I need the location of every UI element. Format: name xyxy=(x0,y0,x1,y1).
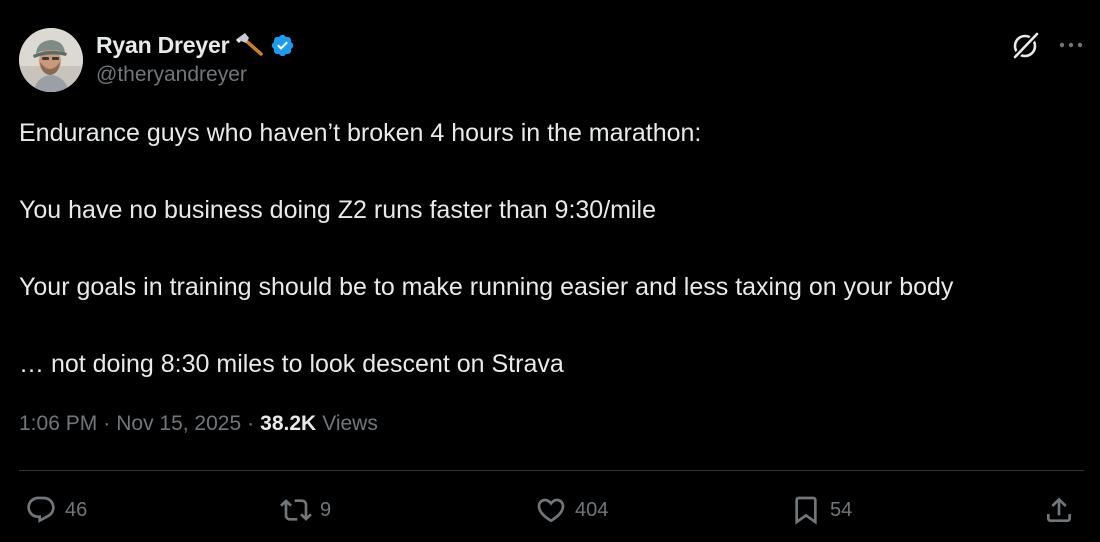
bookmark-icon xyxy=(790,494,822,526)
reply-button[interactable]: 46 xyxy=(25,490,87,530)
grok-icon[interactable] xyxy=(1010,29,1042,61)
repost-icon xyxy=(280,494,312,526)
meta-separator: · xyxy=(247,412,255,435)
tweet-line: Your goals in training should be to make… xyxy=(19,273,954,301)
avatar-image xyxy=(19,28,83,92)
tweet-time[interactable]: 1:06 PM xyxy=(19,412,97,436)
bookmark-button[interactable]: 54 xyxy=(790,490,852,530)
repost-button[interactable]: 9 xyxy=(280,490,331,530)
tweet-text: Endurance guys who haven’t broken 4 hour… xyxy=(19,114,1084,384)
tweet-line: … not doing 8:30 miles to look descent o… xyxy=(19,350,564,378)
tweet-line-blank xyxy=(19,307,1084,346)
like-count: 404 xyxy=(575,498,609,521)
tweet-meta: 1:06 PM · Nov 15, 2025 · 38.2K Views xyxy=(19,412,378,436)
avatar[interactable] xyxy=(19,28,83,92)
meta-separator: · xyxy=(103,412,111,435)
author-name-row: Ryan Dreyer xyxy=(96,30,295,60)
divider xyxy=(19,470,1084,471)
axe-icon xyxy=(235,32,265,58)
tweet-date[interactable]: Nov 15, 2025 xyxy=(116,412,241,436)
tweet-line: You have no business doing Z2 runs faste… xyxy=(19,196,656,224)
heart-icon xyxy=(535,494,567,526)
tweet-line-blank xyxy=(19,230,1084,269)
share-button[interactable] xyxy=(1043,490,1075,530)
more-dots-icon[interactable] xyxy=(1058,36,1084,54)
views-count[interactable]: 38.2K xyxy=(260,412,316,436)
like-button[interactable]: 404 xyxy=(535,490,608,530)
tweet-line-blank xyxy=(19,153,1084,192)
reply-icon xyxy=(25,494,57,526)
tweet: Ryan Dreyer @theryandreyer Endurance guy… xyxy=(0,0,1100,542)
author-handle[interactable]: @theryandreyer xyxy=(96,63,247,87)
verified-badge-icon[interactable] xyxy=(270,33,295,58)
author-name[interactable]: Ryan Dreyer xyxy=(96,32,230,59)
views-label[interactable]: Views xyxy=(316,412,378,436)
repost-count: 9 xyxy=(320,498,332,521)
share-icon xyxy=(1043,494,1075,526)
reply-count: 46 xyxy=(65,498,88,521)
bookmark-count: 54 xyxy=(830,498,853,521)
tweet-line: Endurance guys who haven’t broken 4 hour… xyxy=(19,119,702,147)
